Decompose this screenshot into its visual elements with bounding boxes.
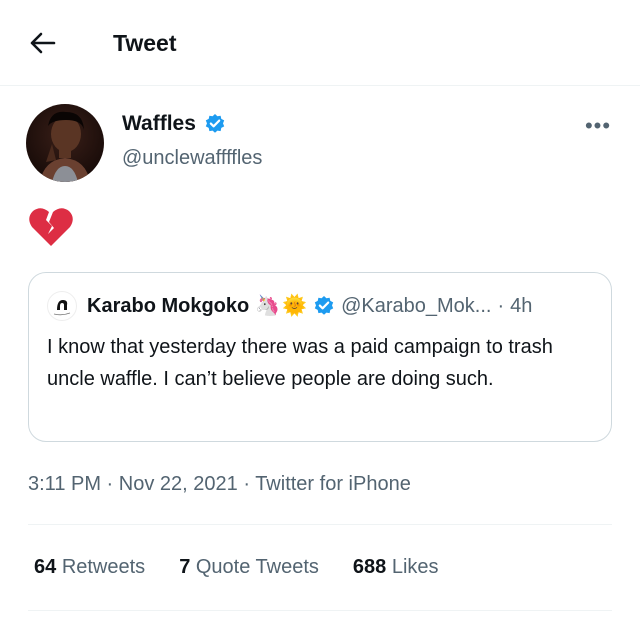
meta-separator: · bbox=[101, 473, 119, 495]
quote-avatar[interactable] bbox=[47, 291, 77, 321]
meta-separator: · bbox=[237, 473, 256, 495]
quote-timestamp[interactable]: 4h bbox=[510, 293, 532, 319]
likes-label: Likes bbox=[391, 556, 439, 578]
tweet-time[interactable]: 3:11 PM bbox=[28, 473, 101, 495]
tweet-source[interactable]: Twitter for iPhone bbox=[255, 473, 411, 495]
quote-tweets-stat[interactable]: 7 Quote Tweets bbox=[179, 553, 319, 581]
more-horizontal-icon: ••• bbox=[584, 113, 612, 138]
page-title: Tweet bbox=[113, 30, 177, 56]
likes-count: 688 bbox=[352, 556, 387, 578]
top-bar: Tweet bbox=[0, 0, 640, 86]
quote-avatar-logo bbox=[53, 300, 71, 316]
divider bbox=[28, 524, 612, 525]
avatar[interactable] bbox=[26, 104, 104, 182]
divider bbox=[28, 610, 612, 611]
quote-author-handle[interactable]: @Karabo_Mok... bbox=[341, 293, 491, 319]
quote-header: Karabo Mokgoko 🦄 🌞 @Karabo_Mok... · 4h bbox=[47, 291, 532, 321]
tweet-date[interactable]: Nov 22, 2021 bbox=[119, 473, 238, 495]
verified-badge-icon bbox=[314, 296, 334, 315]
verified-badge-icon bbox=[205, 114, 225, 133]
author-name[interactable]: Waffles bbox=[122, 110, 196, 138]
tweet-meta: 3:11 PM · Nov 22, 2021 · Twitter for iPh… bbox=[28, 470, 411, 498]
quote-text: I know that yesterday there was a paid c… bbox=[47, 336, 553, 390]
retweets-label: Retweets bbox=[61, 556, 146, 578]
avatar-photo bbox=[26, 104, 104, 182]
quote-tweets-label: Quote Tweets bbox=[195, 556, 319, 578]
tweet-stats: 64 Retweets 7 Quote Tweets 688 Likes bbox=[34, 553, 439, 581]
author-handle[interactable]: @unclewaffffles bbox=[122, 145, 262, 171]
retweets-count: 64 bbox=[34, 556, 57, 578]
quote-separator: · bbox=[497, 295, 505, 317]
author-row: Waffles bbox=[122, 110, 226, 138]
likes-stat[interactable]: 688 Likes bbox=[353, 553, 439, 581]
unicorn-emoji: 🦄 bbox=[255, 295, 281, 317]
arrow-left-icon bbox=[30, 32, 56, 54]
more-options-button[interactable]: ••• bbox=[580, 112, 616, 140]
retweets-stat[interactable]: 64 Retweets bbox=[34, 553, 145, 581]
quote-tweet-card[interactable]: Karabo Mokgoko 🦄 🌞 @Karabo_Mok... · 4h I… bbox=[28, 272, 612, 442]
back-button[interactable] bbox=[28, 28, 58, 58]
broken-heart-icon bbox=[29, 208, 73, 246]
quote-verified-badge bbox=[313, 295, 335, 317]
quote-author-name[interactable]: Karabo Mokgoko bbox=[87, 293, 249, 319]
tweet-text: 💔 bbox=[28, 206, 74, 253]
quote-tweets-count: 7 bbox=[179, 556, 191, 578]
sun-emoji: 🌞 bbox=[282, 295, 308, 317]
